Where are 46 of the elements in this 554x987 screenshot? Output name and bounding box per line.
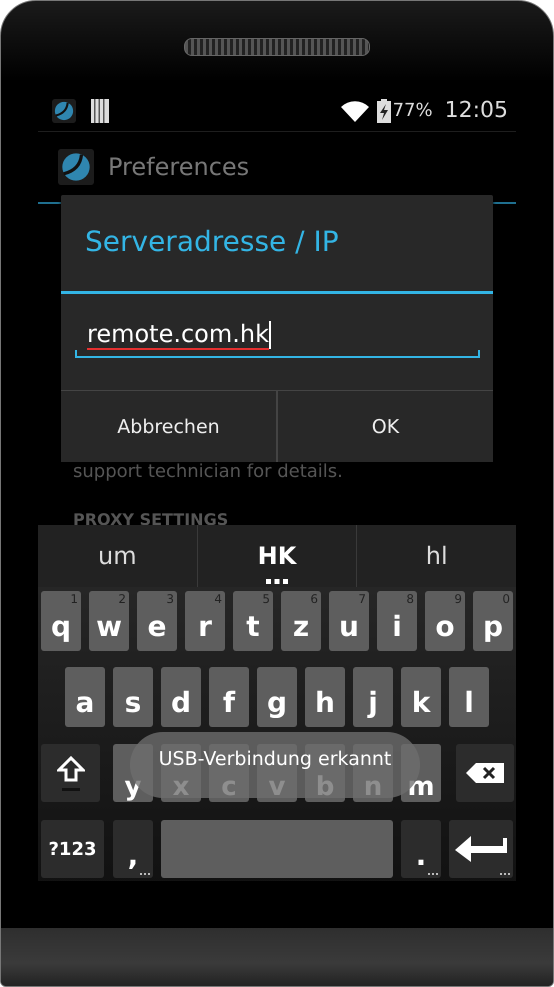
dialog-button[interactable]: Abbrechen <box>61 391 276 462</box>
dialog-button[interactable]: OK <box>276 391 493 462</box>
shift-key[interactable] <box>41 744 100 802</box>
letter-key[interactable]: p 0 <box>473 591 513 651</box>
app-icon <box>58 149 94 185</box>
clock-time: 12:05 <box>444 98 508 123</box>
letter-key[interactable]: g <box>257 667 297 727</box>
letter-key[interactable]: k <box>401 667 441 727</box>
text-input-field[interactable]: remote.com.hk <box>75 314 480 358</box>
punctuation-key[interactable]: . <box>401 820 441 878</box>
suggestion-item[interactable]: um <box>38 525 197 587</box>
screen-title: Preferences <box>108 153 250 181</box>
letter-key[interactable]: t 5 <box>233 591 273 651</box>
battery-percentage: 77% <box>392 100 433 121</box>
suggestion-item[interactable]: HK <box>196 525 356 587</box>
barcode-icon <box>91 98 109 122</box>
backspace-key[interactable] <box>456 744 514 802</box>
wifi-icon <box>340 100 369 122</box>
letter-key[interactable]: r 4 <box>185 591 225 651</box>
description-text: support technician for details. <box>73 460 344 484</box>
section-header: PROXY SETTINGS <box>73 510 230 525</box>
letter-key[interactable]: e 3 <box>137 591 177 651</box>
letter-key[interactable]: s <box>113 667 153 727</box>
letter-key[interactable]: i 8 <box>377 591 417 651</box>
letter-key[interactable]: z 6 <box>281 591 321 651</box>
backspace-icon <box>466 763 504 783</box>
letter-key[interactable]: q 1 <box>41 591 81 651</box>
enter-arrow-icon <box>455 836 507 862</box>
enter-key[interactable] <box>449 820 513 878</box>
more-dots-icon <box>266 579 288 584</box>
battery-charging-icon <box>376 98 391 122</box>
letter-key[interactable]: a <box>65 667 105 727</box>
symbols-key[interactable]: ?123 <box>41 820 104 878</box>
letter-key[interactable]: d <box>161 667 201 727</box>
app-icon <box>52 98 76 122</box>
letter-key[interactable]: l <box>449 667 489 727</box>
suggestion-item[interactable]: hl <box>356 525 516 587</box>
letter-key[interactable]: j <box>353 667 393 727</box>
letter-key[interactable]: w 2 <box>89 591 129 651</box>
letter-key[interactable]: o 9 <box>425 591 465 651</box>
letter-key[interactable]: u 7 <box>329 591 369 651</box>
shift-arrow-icon <box>56 756 84 782</box>
punctuation-key[interactable]: , <box>113 820 153 878</box>
letter-key[interactable]: h <box>305 667 345 727</box>
letter-key[interactable]: f <box>209 667 249 727</box>
dialog-title: Serveradresse / IP <box>84 224 340 260</box>
